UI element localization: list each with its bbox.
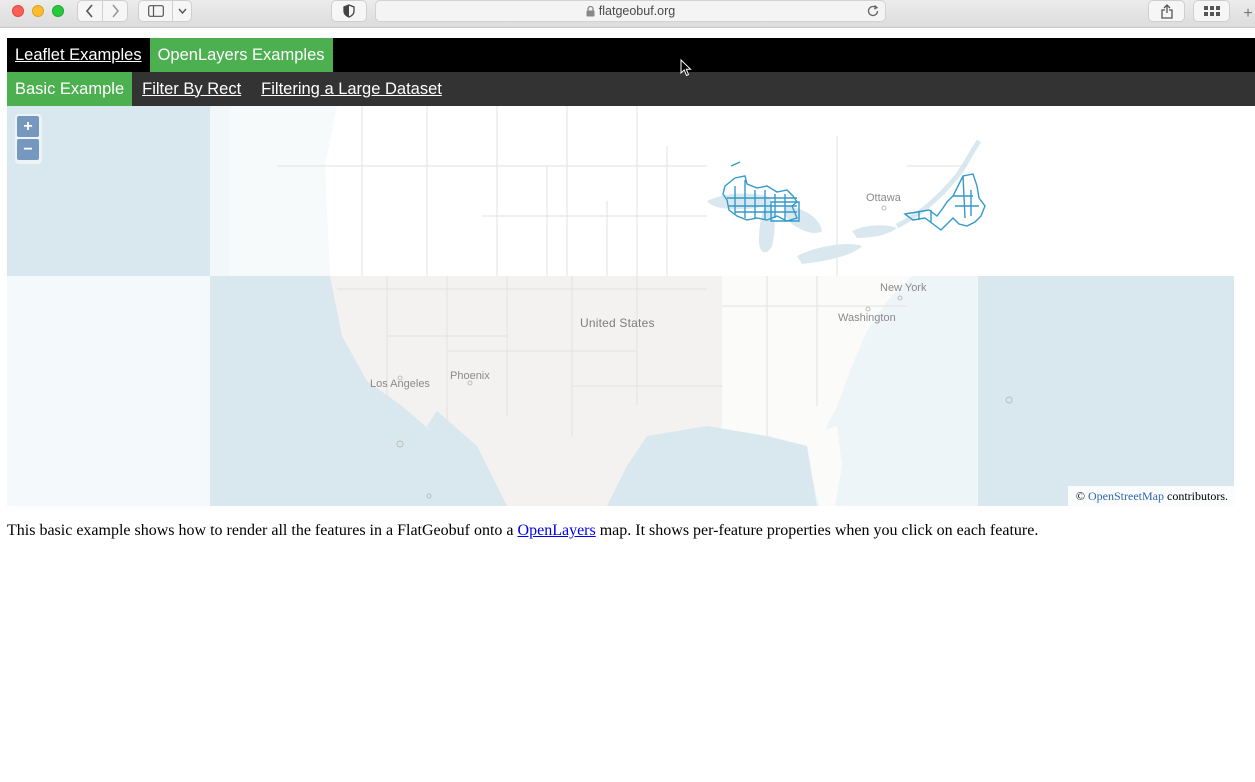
subnav-filtering-large-dataset[interactable]: Filtering a Large Dataset [251, 72, 452, 106]
reload-icon[interactable] [866, 4, 880, 18]
sub-nav: Basic Example Filter By Rect Filtering a… [7, 72, 1255, 106]
openlayers-link[interactable]: OpenLayers [518, 522, 596, 539]
map-label-ottawa: Ottawa [866, 192, 901, 204]
sidebar-toggle-group [138, 0, 192, 22]
chevron-down-icon [177, 8, 187, 14]
map-viewport[interactable]: Ottawa New York Washington United States… [7, 106, 1234, 506]
back-icon [85, 4, 93, 18]
openstreetmap-link[interactable]: OpenStreetMap [1088, 489, 1164, 504]
url-text: flatgeobuf.org [598, 4, 676, 18]
close-window-button[interactable] [12, 5, 24, 17]
plus-icon: + [1243, 5, 1253, 22]
map-label-country: United States [580, 316, 655, 330]
description-text-before: This basic example shows how to render a… [7, 522, 518, 539]
zoom-in-button[interactable]: + [17, 116, 39, 137]
zoom-window-button[interactable] [52, 5, 64, 17]
map-label-new-york: New York [880, 282, 927, 294]
tab-overview-button[interactable] [1193, 0, 1230, 22]
subnav-filter-by-rect[interactable]: Filter By Rect [132, 72, 251, 106]
sidebar-dropdown-button[interactable] [173, 1, 191, 21]
share-button[interactable] [1148, 0, 1185, 22]
share-icon [1160, 3, 1173, 19]
minimize-window-button[interactable] [32, 5, 44, 17]
history-nav [77, 0, 128, 22]
map-label-washington: Washington [838, 312, 896, 324]
subnav-basic-example[interactable]: Basic Example [7, 72, 133, 106]
basemap [7, 106, 1234, 506]
nav-openlayers-examples[interactable]: OpenLayers Examples [149, 38, 333, 72]
shield-icon [343, 4, 355, 18]
map-attribution: © OpenStreetMap contributors. [1067, 486, 1234, 506]
mouse-cursor-icon [680, 59, 692, 77]
back-button[interactable] [78, 1, 102, 21]
zoom-out-button[interactable]: − [17, 139, 39, 160]
sidebar-button[interactable] [139, 1, 173, 21]
description-text-after: map. It shows per-feature properties whe… [595, 522, 1039, 539]
browser-toolbar: flatgeobuf.org + [0, 0, 1255, 28]
lock-icon [586, 5, 595, 17]
new-tab-button[interactable]: + [1241, 4, 1255, 24]
tab-overview-icon [1203, 6, 1220, 16]
attribution-suffix: contributors. [1167, 488, 1228, 503]
example-description: This basic example shows how to render a… [7, 521, 1247, 541]
forward-button[interactable] [102, 1, 127, 21]
nav-leaflet-examples[interactable]: Leaflet Examples [7, 38, 150, 72]
zoom-controls: + − [15, 114, 42, 164]
top-nav: Leaflet Examples OpenLayers Examples [7, 38, 1255, 72]
map-label-phoenix: Phoenix [450, 370, 490, 382]
attribution-prefix: © [1075, 488, 1086, 503]
forward-icon [112, 4, 120, 18]
address-bar[interactable]: flatgeobuf.org [375, 0, 886, 22]
sidebar-icon [147, 5, 164, 17]
map-label-los-angeles: Los Angeles [370, 378, 430, 390]
privacy-report-button[interactable] [331, 0, 367, 22]
